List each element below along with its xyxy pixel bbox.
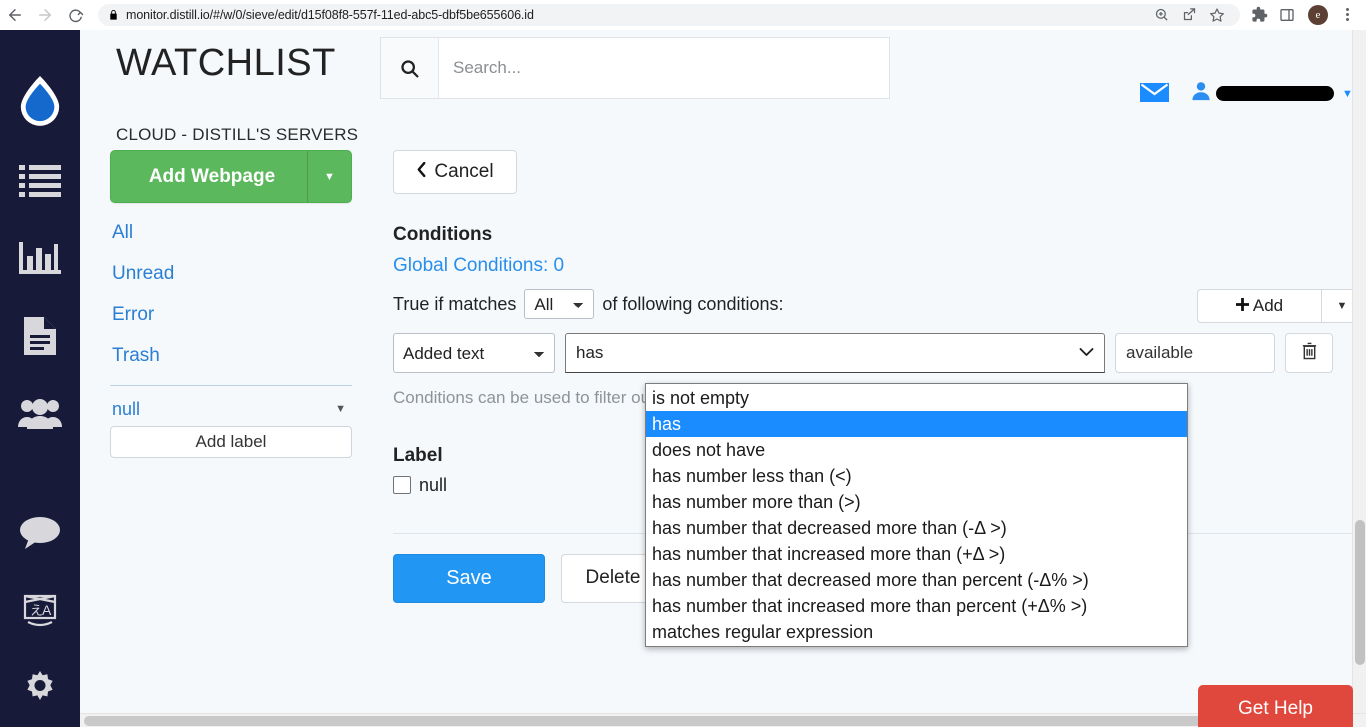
page-subtitle: CLOUD - DISTILL'S SERVERS [116, 125, 358, 145]
label-select-value: null [110, 399, 335, 420]
sidebar-item-trash[interactable]: Trash [110, 345, 352, 367]
add-condition-button[interactable]: Add [1197, 289, 1322, 323]
match-suffix-label: of following conditions: [602, 294, 783, 315]
delete-condition-button[interactable] [1285, 333, 1333, 373]
condition-type-select[interactable]: Added text [393, 333, 555, 373]
dropdown-option[interactable]: matches regular expression [646, 619, 1187, 645]
dropdown-option[interactable]: has number that increased more than (+Δ … [646, 541, 1187, 567]
document-icon[interactable] [0, 297, 80, 375]
forward-arrow-icon[interactable] [30, 0, 60, 30]
match-mode-select[interactable]: All [524, 289, 594, 319]
save-button[interactable]: Save [393, 554, 545, 603]
sidebar-item-all[interactable]: All [110, 222, 352, 244]
add-webpage-button[interactable]: Add Webpage ▼ [110, 150, 352, 203]
dropdown-option[interactable]: does not have [646, 437, 1187, 463]
sidebar-item-error[interactable]: Error [110, 304, 352, 326]
svg-text:A: A [42, 602, 52, 618]
username-redacted [1216, 86, 1334, 101]
back-arrow-icon[interactable] [0, 0, 30, 30]
share-icon[interactable] [1176, 2, 1202, 28]
side-panel-icon[interactable] [1274, 2, 1300, 28]
search-input[interactable] [439, 38, 889, 98]
page-title: WATCHLIST [116, 42, 336, 85]
conditions-heading: Conditions [393, 224, 1363, 246]
browser-toolbar: monitor.distill.io/#/w/0/sieve/edit/d15f… [0, 0, 1366, 30]
condition-operator-value: has [576, 343, 603, 363]
divider [110, 385, 352, 386]
condition-operator-select[interactable]: has [565, 333, 1105, 373]
match-prefix-label: True if matches [393, 294, 516, 315]
get-help-button[interactable]: Get Help [1198, 685, 1353, 727]
chevron-down-icon[interactable]: ▼ [307, 151, 351, 202]
chat-bubble-icon[interactable] [0, 494, 80, 572]
gear-icon[interactable] [0, 649, 80, 727]
puzzle-piece-icon[interactable] [1246, 2, 1272, 28]
sidebar-column: Add Webpage ▼ All Unread Error Trash nul… [110, 150, 352, 458]
kebab-menu-icon[interactable] [1338, 2, 1356, 28]
search-icon[interactable] [381, 38, 439, 98]
horizontal-scrollbar[interactable] [80, 713, 1366, 727]
left-icon-rail: え A [0, 30, 80, 727]
chevron-down-icon [1079, 346, 1094, 360]
plus-icon [1236, 296, 1249, 316]
search-bar [380, 37, 890, 99]
star-icon[interactable] [1204, 2, 1230, 28]
list-icon[interactable] [0, 142, 80, 220]
horizontal-scrollbar-thumb[interactable] [84, 716, 1339, 726]
profile-avatar[interactable]: e [1308, 5, 1328, 25]
dropdown-option[interactable]: has number that decreased more than (-Δ … [646, 515, 1187, 541]
add-condition-group: Add ▼ [1197, 289, 1363, 323]
dropdown-option[interactable]: has number that increased more than perc… [646, 593, 1187, 619]
address-bar[interactable]: monitor.distill.io/#/w/0/sieve/edit/d15f… [98, 4, 1240, 26]
trash-icon [1301, 341, 1318, 365]
cancel-button[interactable]: Cancel [393, 150, 517, 194]
chevron-left-icon [416, 161, 427, 184]
match-row: True if matches All of following conditi… [393, 289, 1363, 319]
cancel-label: Cancel [434, 161, 493, 183]
dropdown-option[interactable]: is not empty [646, 385, 1187, 411]
translate-icon[interactable]: え A [0, 572, 80, 650]
condition-row: Added text has [393, 333, 1363, 373]
dropdown-option[interactable]: has number more than (>) [646, 489, 1187, 515]
user-menu[interactable]: ▼ [1190, 80, 1353, 107]
condition-value-input[interactable] [1115, 333, 1275, 373]
vertical-scrollbar-thumb[interactable] [1355, 520, 1365, 665]
condition-operator-wrapper: has [565, 333, 1105, 373]
chevron-down-icon: ▼ [335, 403, 352, 415]
lock-icon [108, 9, 119, 21]
global-conditions-link[interactable]: Global Conditions: 0 [393, 255, 1363, 277]
page-viewport: え A WATCHLIST CLOUD - DISTILL'S SERVERS [0, 30, 1366, 727]
dropdown-option[interactable]: has number that decreased more than perc… [646, 567, 1187, 593]
dropdown-option-selected[interactable]: has [646, 411, 1187, 437]
filter-list: All Unread Error Trash [110, 222, 352, 367]
label-checkbox-text: null [419, 475, 447, 496]
label-select[interactable]: null ▼ [110, 392, 352, 426]
people-icon[interactable] [0, 375, 80, 453]
vertical-scrollbar[interactable] [1352, 30, 1366, 713]
distill-drop-logo-icon[interactable] [0, 58, 80, 142]
dropdown-option[interactable]: has number less than (<) [646, 463, 1187, 489]
add-label: Add [1253, 296, 1283, 316]
mail-icon[interactable] [1140, 82, 1169, 108]
add-webpage-label: Add Webpage [111, 166, 307, 188]
bar-chart-icon[interactable] [0, 219, 80, 297]
reload-icon[interactable] [60, 0, 90, 30]
operator-dropdown-list[interactable]: is not empty has does not have has numbe… [645, 383, 1188, 647]
add-label-button[interactable]: Add label [110, 426, 352, 458]
user-avatar-icon [1190, 80, 1212, 107]
label-checkbox[interactable] [393, 476, 411, 494]
sidebar-item-unread[interactable]: Unread [110, 263, 352, 285]
url-text: monitor.distill.io/#/w/0/sieve/edit/d15f… [126, 8, 534, 22]
main-content: WATCHLIST CLOUD - DISTILL'S SERVERS ▼ Ad… [80, 30, 1366, 727]
zoom-icon[interactable] [1148, 2, 1174, 28]
